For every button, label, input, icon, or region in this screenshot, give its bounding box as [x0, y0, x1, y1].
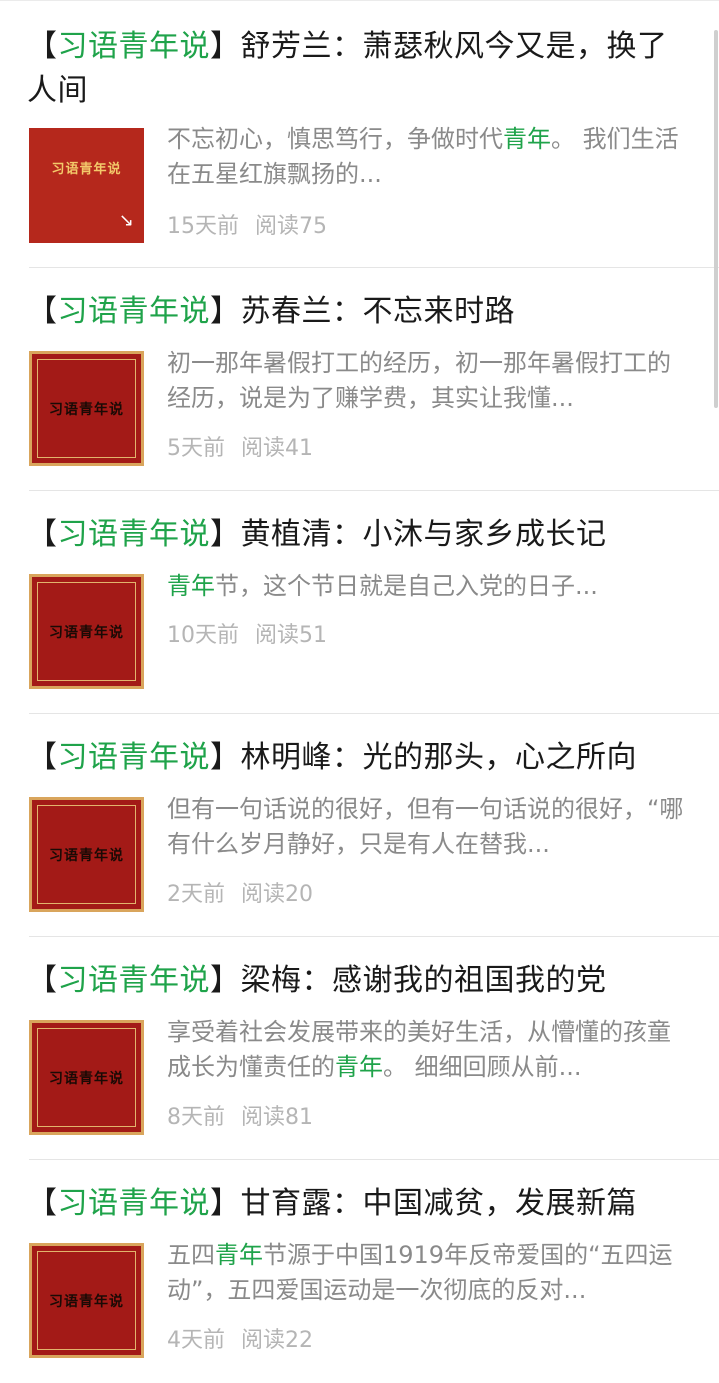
read-count: 阅读41: [241, 436, 313, 461]
article-meta: 15天前 阅读75: [167, 208, 327, 240]
read-count: 阅读51: [255, 623, 327, 648]
article-title[interactable]: 【习语青年说】林明峰：光的那头，心之所向: [27, 736, 691, 780]
article-summary: 五四青年节源于中国1919年反帝爱国的“五四运动”，五四爱国运动是一次彻底的反对…: [167, 1241, 673, 1304]
article-meta: 8天前 阅读81: [167, 1099, 313, 1131]
article-summary: 不忘初心，慎思笃行，争做时代青年。 我们生活在五星红旗飘扬的...: [167, 125, 679, 188]
article-title[interactable]: 【习语青年说】甘育露：中国减贫，发展新篇: [27, 1182, 691, 1226]
article-meta: 5天前 阅读41: [167, 430, 313, 462]
article-item[interactable]: 【习语青年说】甘育露：中国减贫，发展新篇 习语青年说 五四青年节源于中国1919…: [27, 1160, 719, 1383]
article-meta: 10天前 阅读51: [167, 617, 327, 649]
publish-time: 2天前: [167, 882, 225, 907]
article-item[interactable]: 【习语青年说】舒芳兰：萧瑟秋风今又是，换了人间 习语青年说 ↘ 不忘初心，慎思笃…: [27, 0, 719, 268]
article-item[interactable]: 【习语青年说】黄植清：小沐与家乡成长记 习语青年说 青年节，这个节日就是自己入党…: [27, 491, 719, 714]
thumbnail-label: 习语青年说: [51, 162, 122, 177]
article-thumbnail[interactable]: 习语青年说: [29, 1020, 144, 1135]
article-meta: 4天前 阅读22: [167, 1322, 313, 1354]
article-meta: 2天前 阅读20: [167, 876, 313, 908]
title-highlight: 习语青年说: [57, 517, 210, 552]
summary-highlight: 青年: [503, 125, 551, 153]
thumbnail-label: 习语青年说: [49, 848, 124, 864]
article-item[interactable]: 【习语青年说】梁梅：感谢我的祖国我的党 习语青年说 享受着社会发展带来的美好生活…: [27, 937, 719, 1160]
article-summary: 青年节，这个节日就是自己入党的日子...: [167, 572, 598, 600]
summary-highlight: 青年: [167, 572, 215, 600]
title-highlight: 习语青年说: [57, 294, 210, 329]
article-thumbnail[interactable]: 习语青年说: [29, 351, 144, 466]
article-title[interactable]: 【习语青年说】苏春兰：不忘来时路: [27, 290, 691, 334]
scrollbar[interactable]: [714, 30, 718, 408]
article-item[interactable]: 【习语青年说】林明峰：光的那头，心之所向 习语青年说 但有一句话说的很好，但有一…: [27, 714, 719, 937]
read-count: 阅读22: [241, 1328, 313, 1353]
publish-time: 5天前: [167, 436, 225, 461]
article-summary: 但有一句话说的很好，但有一句话说的很好，“哪有什么岁月静好，只是有人在替我...: [167, 795, 684, 858]
publish-time: 10天前: [167, 623, 239, 648]
thumbnail-label: 习语青年说: [49, 625, 124, 641]
title-bracket: 【: [27, 29, 58, 64]
article-title[interactable]: 【习语青年说】梁梅：感谢我的祖国我的党: [27, 959, 691, 1003]
thumbnail-label: 习语青年说: [49, 402, 124, 418]
summary-highlight: 青年: [215, 1241, 263, 1269]
publish-time: 8天前: [167, 1105, 225, 1130]
article-summary: 初一那年暑假打工的经历，初一那年暑假打工的经历，说是为了赚学费，其实让我懂...: [167, 349, 671, 412]
article-thumbnail[interactable]: 习语青年说 ↘: [29, 128, 144, 243]
article-thumbnail[interactable]: 习语青年说: [29, 1243, 144, 1358]
publish-time: 15天前: [167, 214, 239, 239]
title-highlight: 习语青年说: [57, 963, 210, 998]
read-count: 阅读75: [255, 214, 327, 239]
title-text: 】甘育露：中国减贫，发展新篇: [210, 1186, 637, 1221]
article-list: 【习语青年说】舒芳兰：萧瑟秋风今又是，换了人间 习语青年说 ↘ 不忘初心，慎思笃…: [0, 0, 719, 1383]
article-summary: 享受着社会发展带来的美好生活，从懵懂的孩童成长为懂责任的青年。 细细回顾从前..…: [167, 1018, 671, 1081]
thumbnail-label: 习语青年说: [49, 1071, 124, 1087]
article-item[interactable]: 【习语青年说】苏春兰：不忘来时路 习语青年说 初一那年暑假打工的经历，初一那年暑…: [27, 268, 719, 491]
title-highlight: 习语青年说: [57, 1186, 210, 1221]
title-highlight: 习语青年说: [57, 740, 210, 775]
read-count: 阅读20: [241, 882, 313, 907]
thumbnail-label: 习语青年说: [49, 1294, 124, 1310]
read-count: 阅读81: [241, 1105, 313, 1130]
article-thumbnail[interactable]: 习语青年说: [29, 574, 144, 689]
publish-time: 4天前: [167, 1328, 225, 1353]
title-text: 】梁梅：感谢我的祖国我的党: [210, 963, 607, 998]
title-text: 】黄植清：小沐与家乡成长记: [210, 517, 607, 552]
title-text: 】苏春兰：不忘来时路: [210, 294, 515, 329]
article-title[interactable]: 【习语青年说】黄植清：小沐与家乡成长记: [27, 513, 691, 557]
summary-highlight: 青年: [335, 1053, 383, 1081]
title-highlight: 习语青年说: [57, 29, 210, 64]
article-title[interactable]: 【习语青年说】舒芳兰：萧瑟秋风今又是，换了人间: [27, 25, 691, 113]
article-thumbnail[interactable]: 习语青年说: [29, 797, 144, 912]
title-text: 】林明峰：光的那头，心之所向: [210, 740, 637, 775]
share-arrow-icon: ↘: [118, 210, 134, 231]
